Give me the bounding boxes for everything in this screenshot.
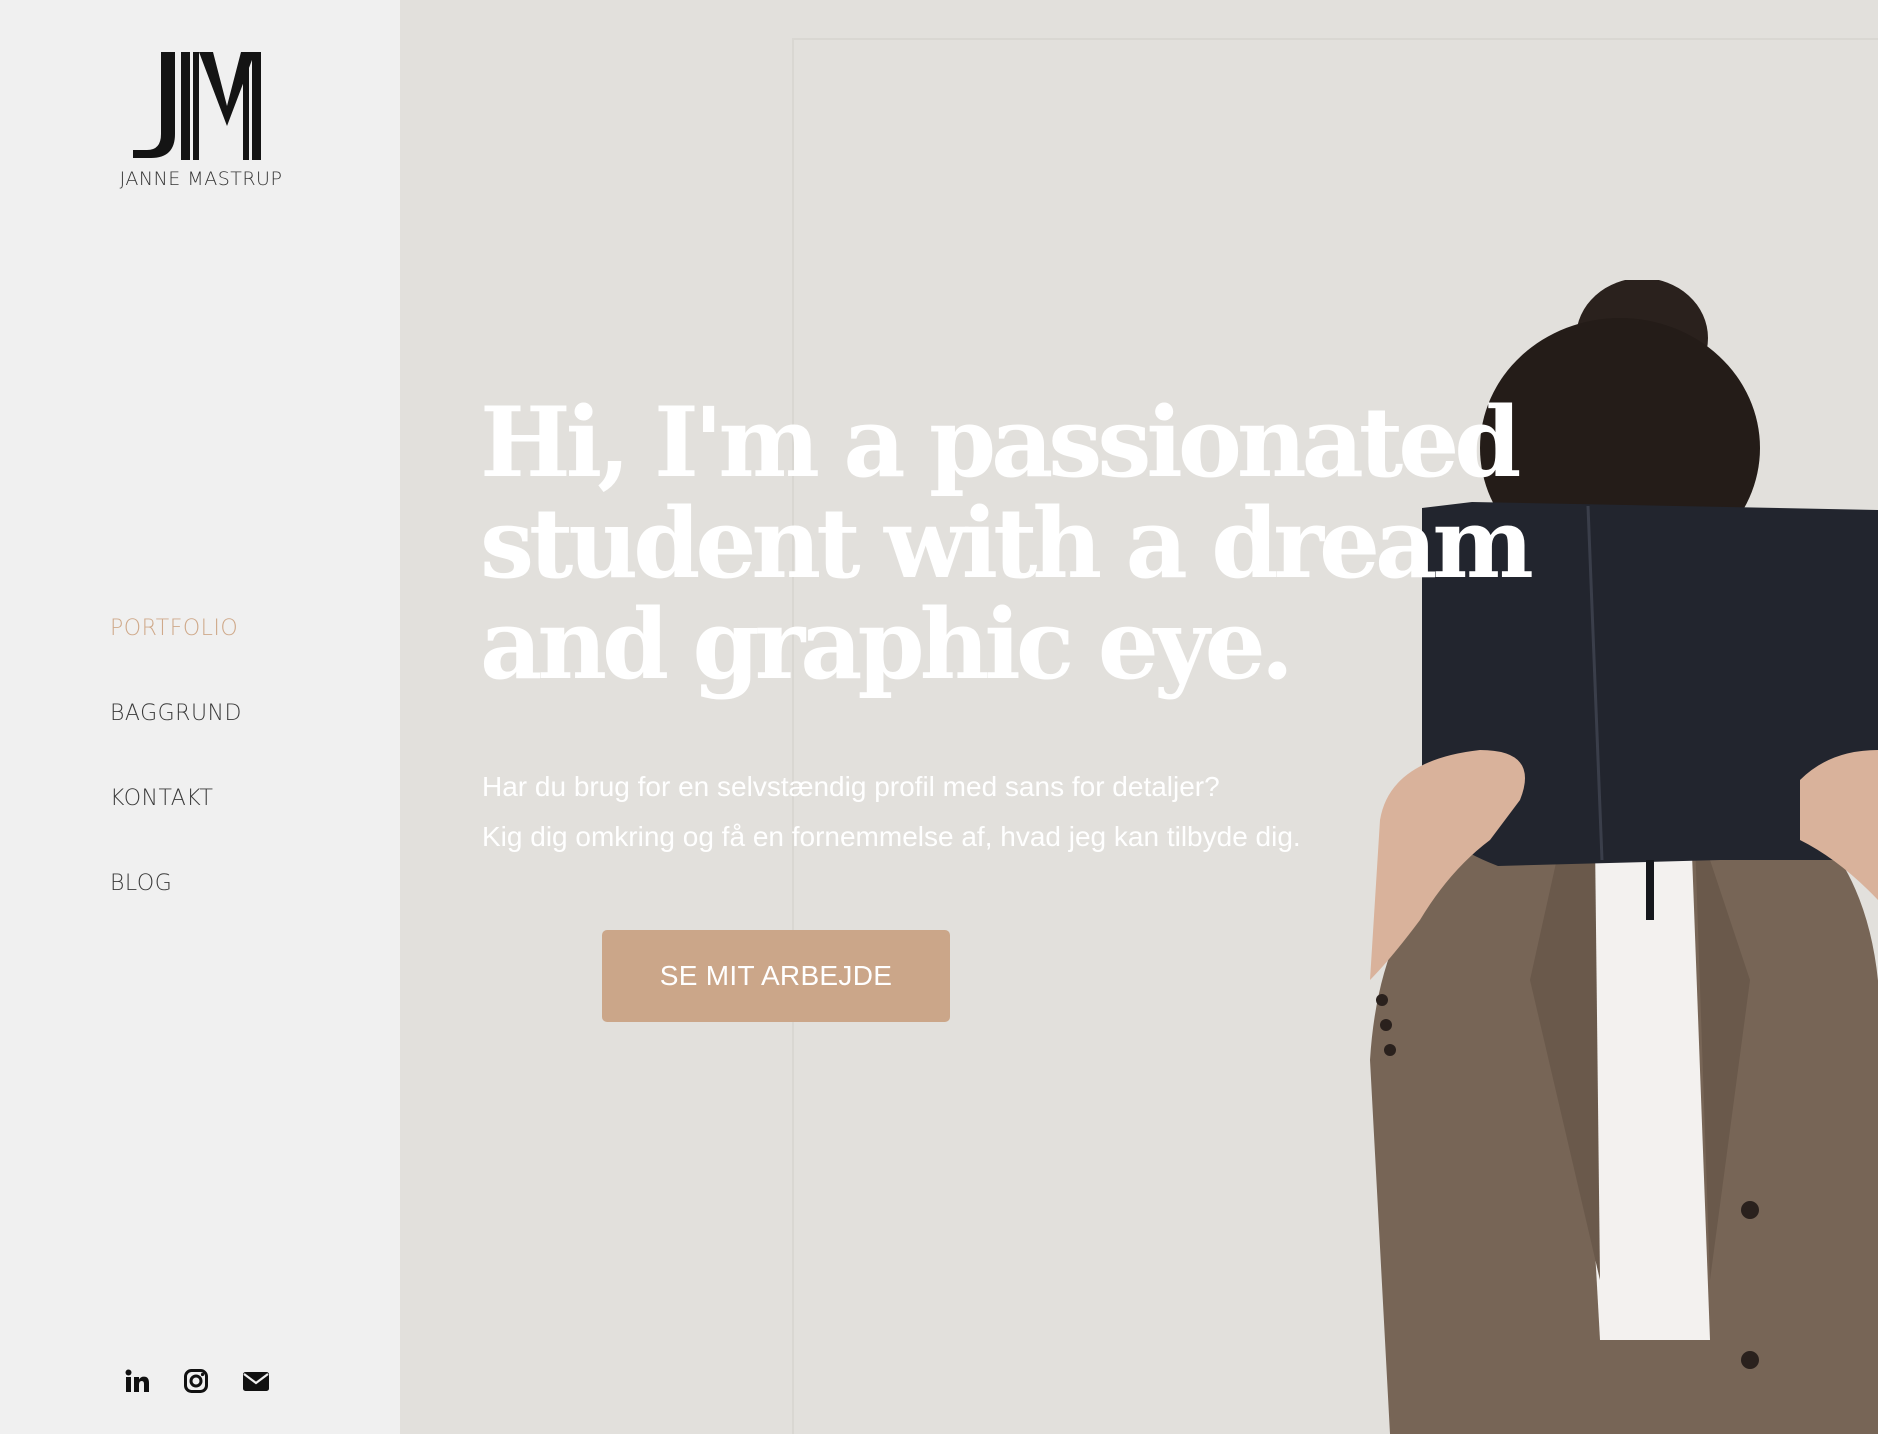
hero-subtext: Har du brug for en selvstændig profil me… — [482, 762, 1301, 862]
frame-line-top — [794, 38, 1878, 40]
frame-line-left — [792, 38, 794, 1434]
social-links — [124, 1368, 269, 1394]
hero-headline: Hi, I'm a passionated student with a dre… — [480, 386, 1534, 701]
hero-subtext-line-2: Kig dig omkring og få en fornemmelse af,… — [482, 821, 1301, 852]
nav-item-baggrund[interactable]: BAGGRUND — [110, 701, 242, 731]
brand-logo[interactable]: JANNE MASTRUP — [118, 48, 284, 196]
main-nav: PORTFOLIO BAGGRUND KONTAKT BLOG — [110, 616, 242, 956]
mail-icon[interactable] — [242, 1368, 269, 1394]
sidebar: JANNE MASTRUP PORTFOLIO BAGGRUND KONTAKT… — [0, 0, 400, 1434]
see-my-work-button[interactable]: SE MIT ARBEJDE — [602, 930, 950, 1022]
instagram-icon[interactable] — [183, 1368, 209, 1394]
jm-monogram-icon — [133, 52, 261, 160]
nav-item-blog[interactable]: BLOG — [110, 871, 242, 901]
hero-section: Hi, I'm a passionated student with a dre… — [400, 0, 1878, 1434]
nav-item-portfolio[interactable]: PORTFOLIO — [110, 616, 242, 646]
linkedin-icon[interactable] — [124, 1368, 150, 1394]
nav-item-kontakt[interactable]: KONTAKT — [110, 786, 242, 816]
brand-name: JANNE MASTRUP — [119, 168, 283, 190]
hero-subtext-line-1: Har du brug for en selvstændig profil me… — [482, 771, 1220, 802]
